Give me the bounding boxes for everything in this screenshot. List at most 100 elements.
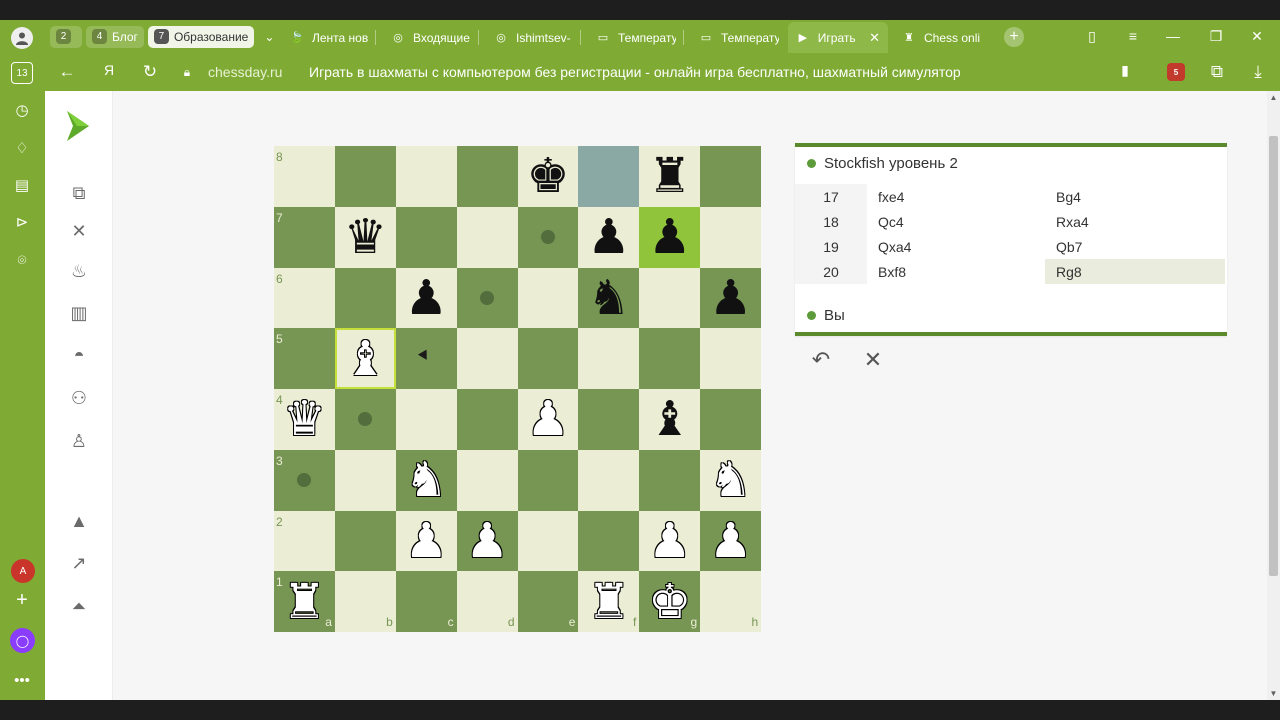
history-icon[interactable]: ◷ bbox=[11, 99, 33, 121]
square-h7[interactable] bbox=[700, 206, 762, 268]
tab-inbox[interactable]: ◎ Входящие bbox=[383, 22, 479, 53]
square-b3[interactable] bbox=[334, 449, 396, 511]
white-pawn-icon[interactable]: ♟ bbox=[466, 517, 509, 565]
square-d7[interactable] bbox=[456, 206, 518, 268]
play-circle-icon[interactable]: ⊳ bbox=[11, 211, 33, 233]
reader-icon[interactable]: ◓ bbox=[66, 342, 92, 368]
page-scrollbar[interactable]: ▲ ▼ bbox=[1267, 91, 1280, 700]
square-a4[interactable]: ♛ 4 bbox=[274, 389, 335, 450]
square-b7[interactable]: ♛ bbox=[334, 206, 396, 268]
square-a7[interactable]: 7 bbox=[274, 206, 335, 268]
scroll-thumb[interactable] bbox=[1269, 136, 1278, 576]
square-b4[interactable] bbox=[334, 389, 396, 450]
profile-avatar[interactable] bbox=[11, 27, 33, 49]
square-e5[interactable] bbox=[517, 328, 579, 389]
white-pawn-icon[interactable]: ♟ bbox=[526, 395, 569, 443]
white-move[interactable]: Qc4 bbox=[867, 214, 1045, 230]
square-c2[interactable]: ♟ bbox=[395, 510, 457, 572]
tab-group-education[interactable]: 7 Образование bbox=[147, 25, 255, 48]
collections-icon[interactable]: ⧉ bbox=[1206, 62, 1228, 82]
add-panel-icon[interactable]: + bbox=[11, 589, 33, 611]
chart-up-icon[interactable]: ↗ bbox=[66, 550, 92, 576]
square-g2[interactable]: ♟ bbox=[639, 510, 701, 572]
tabs-counter-icon[interactable]: 13 bbox=[11, 62, 33, 84]
square-d6[interactable] bbox=[456, 267, 518, 329]
bookmarks-icon[interactable]: ▯ bbox=[1082, 28, 1102, 45]
square-g4[interactable]: ♝ bbox=[639, 389, 701, 450]
translate-icon[interactable]: A bbox=[11, 559, 35, 583]
square-d4[interactable] bbox=[456, 389, 518, 450]
white-queen-icon[interactable]: ♛ bbox=[283, 395, 326, 443]
swords-icon[interactable]: ✕ bbox=[66, 218, 92, 244]
square-b2[interactable] bbox=[334, 510, 396, 572]
white-bishop-icon[interactable]: ♝ bbox=[344, 335, 387, 383]
puzzle-icon[interactable]: ⧉ bbox=[66, 180, 92, 206]
square-a5[interactable]: 5 bbox=[274, 328, 335, 389]
tab-chess-online[interactable]: ♜ Chess onli bbox=[894, 22, 990, 53]
scroll-up-icon[interactable]: ▲ bbox=[1267, 93, 1280, 102]
square-c1[interactable]: c bbox=[395, 571, 457, 632]
notes-icon[interactable]: ▤ bbox=[11, 174, 33, 196]
square-g7[interactable]: ♟ bbox=[639, 206, 701, 268]
legal-move-dot[interactable] bbox=[541, 230, 555, 245]
square-g1[interactable]: ♚ g bbox=[639, 571, 701, 632]
square-d2[interactable]: ♟ bbox=[456, 510, 518, 572]
square-f5[interactable] bbox=[578, 328, 640, 389]
square-c8[interactable] bbox=[395, 146, 457, 207]
square-e2[interactable] bbox=[517, 510, 579, 572]
black-pawn-icon[interactable]: ♟ bbox=[648, 213, 691, 261]
square-h2[interactable]: ♟ bbox=[700, 510, 762, 572]
white-move[interactable]: fxe4 bbox=[867, 189, 1045, 205]
square-b6[interactable] bbox=[334, 267, 396, 329]
square-d1[interactable]: d bbox=[456, 571, 518, 632]
chevron-down-icon[interactable]: ⌄ bbox=[258, 30, 280, 44]
menu-icon[interactable]: ≡ bbox=[1123, 28, 1143, 44]
legal-move-dot[interactable] bbox=[297, 473, 312, 488]
square-e4[interactable]: ♟ bbox=[517, 389, 579, 450]
white-pawn-icon[interactable]: ♟ bbox=[709, 517, 752, 565]
screenshot-icon[interactable]: ⌾ bbox=[11, 249, 33, 271]
black-pawn-icon[interactable]: ♟ bbox=[405, 274, 448, 322]
black-knight-icon[interactable]: ♞ bbox=[587, 274, 630, 322]
square-h4[interactable] bbox=[700, 389, 762, 450]
square-d8[interactable] bbox=[456, 146, 518, 207]
restore-icon[interactable]: ❐ bbox=[1206, 28, 1226, 45]
black-move[interactable]: Qb7 bbox=[1045, 234, 1225, 259]
white-move[interactable]: Bxf8 bbox=[867, 264, 1045, 280]
square-c7[interactable] bbox=[395, 206, 457, 268]
bookmark-icon[interactable]: ▮ bbox=[1114, 62, 1136, 79]
square-f7[interactable]: ♟ bbox=[578, 206, 640, 268]
square-f3[interactable] bbox=[578, 449, 640, 511]
square-e8[interactable]: ♚ bbox=[517, 146, 579, 207]
white-pawn-icon[interactable]: ♟ bbox=[648, 517, 691, 565]
back-icon[interactable]: ← bbox=[56, 62, 78, 82]
url-host[interactable]: chessday.ru bbox=[208, 64, 282, 80]
tab-play-active[interactable]: ▶ Играть ✕ bbox=[788, 22, 888, 53]
tab-temperature-2[interactable]: ▭ Температу bbox=[691, 22, 787, 53]
white-move[interactable]: Qxa4 bbox=[867, 239, 1045, 255]
square-c6[interactable]: ♟ bbox=[395, 267, 457, 329]
square-h8[interactable] bbox=[700, 146, 762, 207]
tab-github[interactable]: ◎ Ishimtsev- bbox=[486, 22, 582, 53]
white-pawn-icon[interactable]: ♟ bbox=[405, 517, 448, 565]
tab-group-blog[interactable]: 4 Блог bbox=[86, 25, 144, 48]
undo-icon[interactable]: ↶ bbox=[807, 347, 835, 372]
square-f1[interactable]: ♜ f bbox=[578, 571, 640, 632]
black-pawn-icon[interactable]: ♟ bbox=[587, 213, 630, 261]
square-b1[interactable]: b bbox=[334, 571, 396, 632]
white-king-icon[interactable]: ♚ bbox=[648, 578, 691, 626]
legal-move-dot[interactable] bbox=[480, 290, 495, 305]
black-queen-icon[interactable]: ♛ bbox=[344, 213, 387, 261]
black-move[interactable]: Bg4 bbox=[1045, 184, 1225, 209]
white-knight-icon[interactable]: ♞ bbox=[405, 456, 448, 504]
tab-group-2[interactable]: 2 bbox=[50, 25, 82, 48]
square-c3[interactable]: ♞ bbox=[395, 449, 457, 511]
square-e6[interactable] bbox=[517, 267, 579, 329]
bell-icon[interactable]: ♢ bbox=[11, 137, 33, 159]
square-e3[interactable] bbox=[517, 449, 579, 511]
square-a1[interactable]: ♜ 1 a bbox=[274, 571, 335, 632]
chessday-logo-icon[interactable] bbox=[63, 109, 93, 143]
white-rook-icon[interactable]: ♜ bbox=[283, 578, 326, 626]
square-e7[interactable] bbox=[517, 206, 579, 268]
tab-news[interactable]: 🍃 Лента нов bbox=[282, 22, 378, 53]
